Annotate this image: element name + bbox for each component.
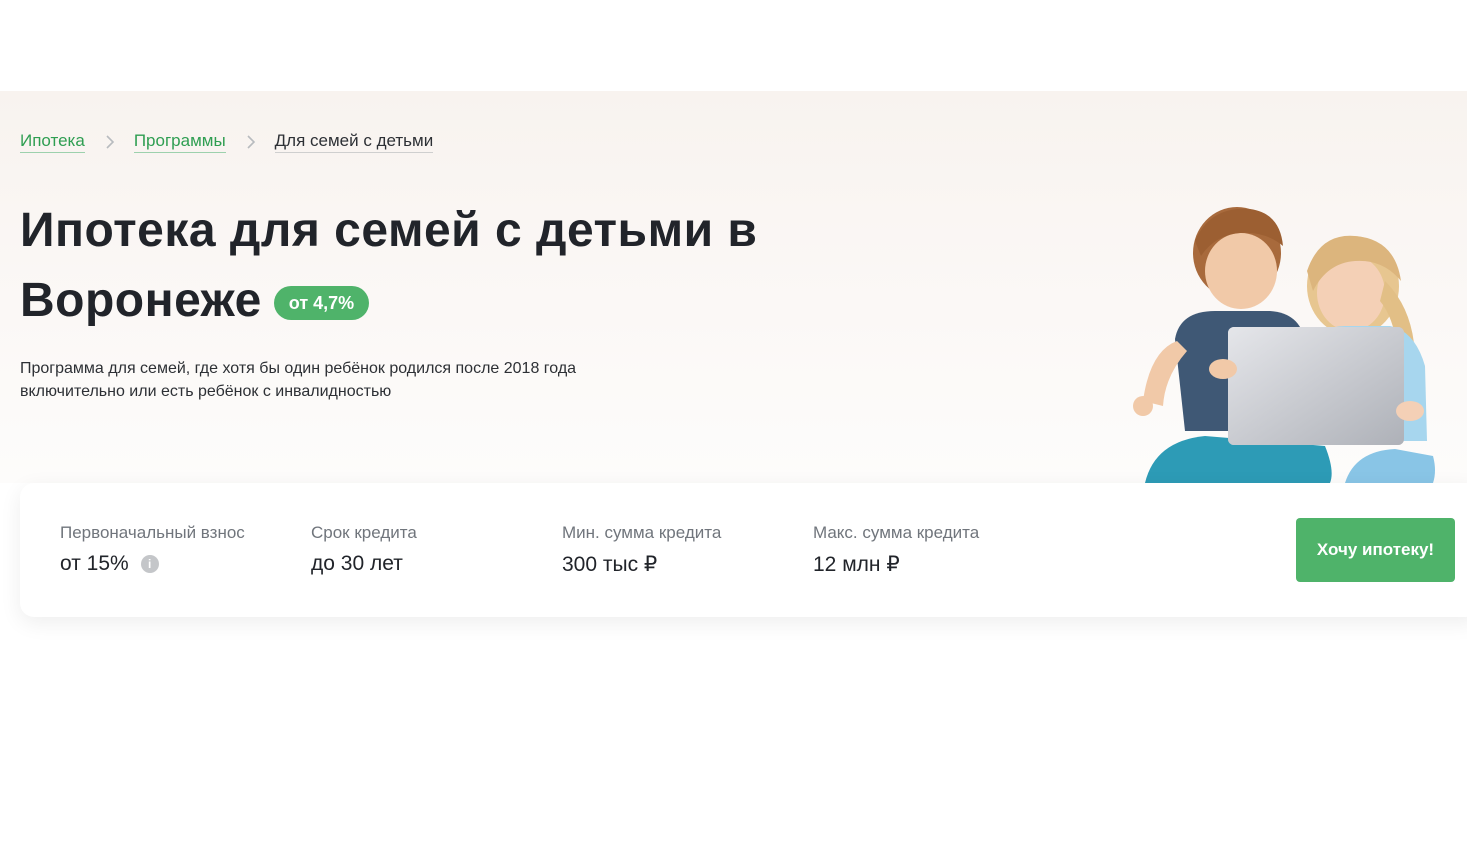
chevron-right-icon [106,135,114,149]
param-value-wrap: от 15% i [60,552,245,576]
info-icon[interactable]: i [140,555,159,573]
param-value: 12 млн ₽ [813,553,900,576]
rate-badge: от 4,7% [273,286,370,320]
breadcrumb-current: Для семей с детьми [274,131,434,153]
param-label: Макс. сумма кредита [813,523,980,542]
mortgage-params-card: Первоначальный взнос от 15% i Срок креди… [20,483,1467,617]
chevron-right-icon [247,135,255,149]
hero-section: Ипотека Программы Для семей с детьми Ипо… [0,91,1467,483]
param-label: Первоначальный взнос [60,523,245,542]
subtitle-line1: Программа для семей, где хотя бы один ре… [20,360,577,377]
page-title-line2-wrap: Воронеже от 4,7% [20,273,370,329]
page-subtitle: Программа для семей, где хотя бы один ре… [20,357,660,403]
param-value: 300 тыс ₽ [562,553,658,576]
breadcrumb-link-programs[interactable]: Программы [133,131,226,153]
page-title-line2: Воронеже [20,274,262,327]
param-min-amount: Мин. сумма кредита 300 тыс ₽ [562,523,721,577]
breadcrumb-link-mortgage[interactable]: Ипотека [20,131,85,153]
subtitle-line2: включительно или есть ребёнок с инвалидн… [20,383,392,400]
param-value: от 15% [60,552,129,575]
children-with-laptop-illustration [1133,207,1435,483]
param-down-payment: Первоначальный взнос от 15% i [60,523,245,576]
page-title-line1: Ипотека для семей с детьми в [20,204,758,257]
want-mortgage-button[interactable]: Хочу ипотеку! [1296,518,1455,582]
param-loan-term: Срок кредита до 30 лет [311,523,417,576]
param-label: Срок кредита [311,523,417,542]
breadcrumb: Ипотека Программы Для семей с детьми [20,131,434,153]
param-max-amount: Макс. сумма кредита 12 млн ₽ [813,523,979,577]
param-label: Мин. сумма кредита [562,523,722,542]
top-header [0,0,1467,91]
param-value: до 30 лет [311,552,403,575]
